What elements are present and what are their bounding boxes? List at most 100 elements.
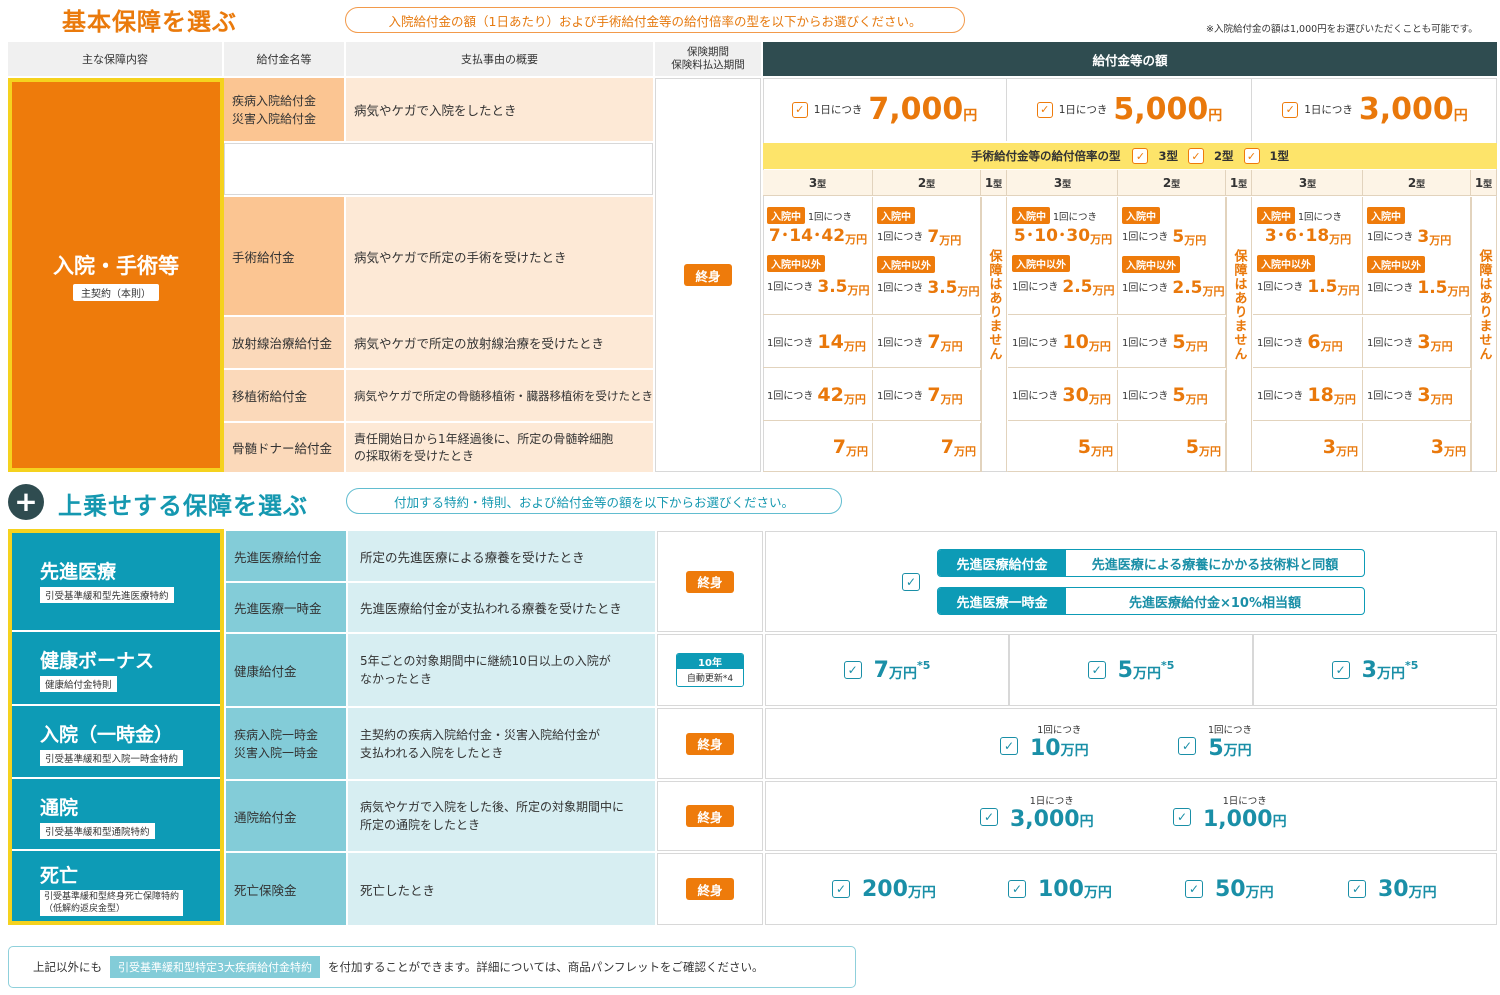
death-option-2[interactable]: ✓ 100 万円 <box>1008 876 1112 902</box>
out-hosp-amount: 1回につき 3.5 万円 <box>877 278 980 298</box>
amount-line: 1回につき 1.5 万円 <box>1257 278 1360 297</box>
per-time-label: 1回につき <box>1012 390 1059 402</box>
type2-header: 2型 <box>1118 170 1226 196</box>
per-time-label: 1回につき <box>767 390 814 402</box>
per-time-label: 1回につき <box>1367 337 1414 349</box>
in-hosp-row: 入院中 1回につき <box>1257 207 1359 224</box>
per-time-label: 1回につき <box>1122 337 1169 349</box>
amount-unit: 万円 <box>1329 233 1352 246</box>
in-hosp-tag: 入院中 <box>1012 207 1050 224</box>
per-time-label: 1回につき <box>877 390 924 402</box>
check-icon[interactable]: ✓ <box>1000 737 1018 755</box>
check-icon[interactable]: ✓ <box>1243 148 1260 164</box>
header-reason: 支払事由の概要 <box>346 42 653 76</box>
benefit-death: 死亡保険金 <box>226 853 346 925</box>
outpatient-option-2[interactable]: ✓ 1日につき 1,000円 <box>1173 793 1287 832</box>
advanced-box-2: 先進医療一時金 先進医療給付金×10%相当額 <box>937 587 1365 615</box>
check-icon[interactable]: ✓ <box>843 661 862 679</box>
per-day-label: 1日につき <box>813 104 863 116</box>
term-badge: 終身 <box>686 805 734 827</box>
check-icon[interactable]: ✓ <box>1132 148 1149 164</box>
type3-label: 3型 <box>1158 149 1178 163</box>
header-amount: 給付金等の額 <box>763 42 1497 76</box>
per-time-label: 1回につき <box>808 211 853 223</box>
reason-donor-1: 責任開始日から1年経過後に、所定の骨髄幹細胞 <box>354 431 614 446</box>
amount-line: 1回につき 6 万円 <box>1257 332 1343 353</box>
check-icon[interactable]: ✓ <box>791 101 808 118</box>
health-option-2[interactable]: ✓ 5 万円 *5 <box>1009 634 1253 706</box>
amount-unit: 万円 <box>1429 234 1452 247</box>
check-icon[interactable]: ✓ <box>1036 101 1053 118</box>
check-icon[interactable]: ✓ <box>1173 808 1191 826</box>
type1-header: 1型 <box>981 170 1007 196</box>
reason-death: 死亡したとき <box>348 853 655 925</box>
daily-unit: 円 <box>1208 107 1223 124</box>
amount-value: 2.5 <box>1062 277 1093 297</box>
amount-value: 7 <box>927 227 940 247</box>
check-icon[interactable]: ✓ <box>902 573 920 591</box>
daily-option-3000[interactable]: ✓ 1日につき 3,000 円 <box>1253 78 1497 141</box>
per-time-label: 1回につき <box>767 282 814 293</box>
death-option-3[interactable]: ✓ 50 万円 <box>1185 876 1274 902</box>
type-num: 2 <box>1407 176 1417 190</box>
death-sub-1: 引受基準緩和型終身死亡保障特約 <box>44 892 180 902</box>
amount-unit: 万円 <box>1430 339 1453 353</box>
term-lump: 終身 <box>657 708 763 779</box>
extra-lump-label: 入院（一時金） 引受基準緩和型入院一時金特約 <box>12 708 220 779</box>
out-hosp-row: 入院中以外 <box>1257 253 1359 272</box>
daily-amount: 7,000 <box>868 92 964 127</box>
in-hosp-row: 入院中 <box>877 207 977 224</box>
health-amount: 3 <box>1361 657 1377 683</box>
lump-option-1[interactable]: ✓ 1回につき 10万円 <box>1000 722 1089 761</box>
type1-header: 1型 <box>1226 170 1252 196</box>
daily-option-5000[interactable]: ✓ 1日につき 5,000 円 <box>1008 78 1252 141</box>
lump-option-2[interactable]: ✓ 1回につき 5万円 <box>1178 722 1252 761</box>
amount-unit: 万円 <box>845 233 868 246</box>
tr-type2-cell: 1回につき 3 万円 <box>1363 370 1471 421</box>
amount-value: 42 <box>817 383 844 406</box>
check-icon[interactable]: ✓ <box>1087 661 1106 679</box>
amount-value: 3.5 <box>817 277 848 297</box>
check-icon[interactable]: ✓ <box>1331 661 1350 679</box>
amount-value: 3.5 <box>927 278 958 298</box>
check-icon[interactable]: ✓ <box>1178 737 1196 755</box>
type1-no-coverage: 保障はありません <box>1226 197 1252 472</box>
footer-tag: 引受基準緩和型特定3大疾病給付金特約 <box>110 956 320 978</box>
check-icon[interactable]: ✓ <box>1187 148 1204 164</box>
amount-line: 1回につき 42 万円 <box>767 383 866 406</box>
health-option-1[interactable]: ✓ 7 万円 *5 <box>765 634 1009 706</box>
amount-unit: 万円 <box>1320 339 1343 353</box>
rad-type2-cell: 1回につき 5 万円 <box>1118 317 1226 368</box>
plus-circle-icon: + <box>8 484 44 520</box>
surgery-type3-cell: 入院中 1回につき 3･6･18 万円 入院中以外 1回につき 1.5 万円 <box>1253 197 1363 315</box>
death-option-4[interactable]: ✓ 30 万円 <box>1348 876 1437 902</box>
advanced-title: 先進医療 <box>40 561 117 583</box>
amount-value: 7 <box>940 435 954 458</box>
advanced-box-2-label: 先進医療一時金 <box>938 588 1066 614</box>
amount-unit: 万円 <box>846 444 868 458</box>
out-hosp-tag: 入院中以外 <box>1012 255 1070 272</box>
check-icon[interactable]: ✓ <box>1185 880 1203 898</box>
check-icon[interactable]: ✓ <box>1008 880 1026 898</box>
per-time-label: 1回につき <box>767 337 814 349</box>
daily-amount: 3,000 <box>1358 92 1454 127</box>
outpatient-option-1[interactable]: ✓ 1日につき 3,000円 <box>980 793 1094 832</box>
daily-option-7000[interactable]: ✓ 1日につき 7,000 円 <box>763 78 1007 141</box>
in-hosp-tag: 入院中 <box>1122 207 1160 224</box>
reason-lump-1: 主契約の疾病入院給付金・災害入院給付金が <box>360 727 601 742</box>
per-time-label: 1回につき <box>1257 282 1304 293</box>
check-icon[interactable]: ✓ <box>980 808 998 826</box>
check-icon[interactable]: ✓ <box>1282 101 1299 118</box>
benefit-hospital: 疾病入院給付金 災害入院給付金 <box>224 78 344 141</box>
health-option-3[interactable]: ✓ 3 万円 *5 <box>1253 634 1497 706</box>
health-mark: *5 <box>1160 658 1175 672</box>
type-suffix: 型 <box>1171 179 1181 190</box>
blank-row <box>224 143 653 195</box>
health-sub: 健康給付金特則 <box>40 676 117 692</box>
death-option-1[interactable]: ✓ 200 万円 <box>832 876 936 902</box>
check-icon[interactable]: ✓ <box>1348 880 1366 898</box>
amount-value: 10 <box>1062 330 1089 353</box>
amount-line: 5 万円 <box>1078 437 1113 457</box>
type-num: 2 <box>917 176 927 190</box>
check-icon[interactable]: ✓ <box>832 880 850 898</box>
